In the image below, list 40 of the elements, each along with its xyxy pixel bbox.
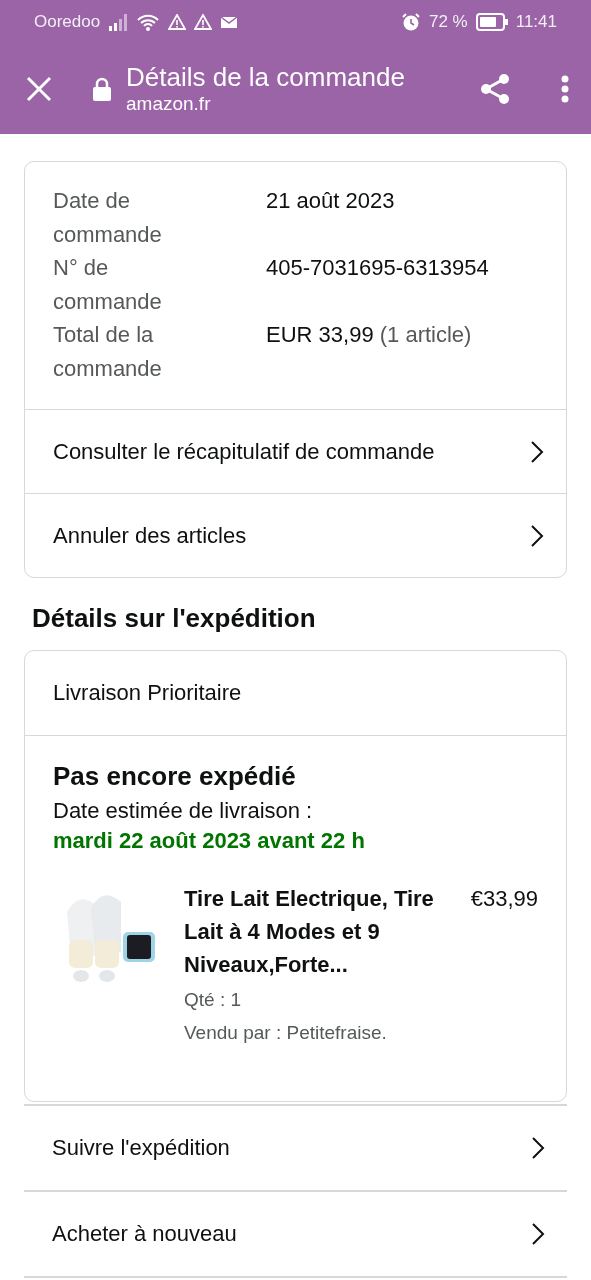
chevron-right-icon: [530, 523, 544, 548]
close-button[interactable]: [26, 76, 52, 102]
page-title: Détails de la commande: [126, 62, 406, 92]
battery-percent: 72 %: [428, 12, 468, 32]
field-value: 21 août 2023: [266, 188, 395, 213]
shipment-status: Pas encore expédié: [53, 760, 297, 792]
field-label: N° de commande: [53, 254, 163, 316]
battery-icon: [475, 13, 508, 31]
delivery-method: Livraison Prioritaire: [53, 680, 242, 706]
mail-icon: [220, 15, 239, 29]
order-link-row[interactable]: Consulter le récapitulatif de commande: [25, 409, 566, 493]
delivery-estimate-label: Date estimée de livraison :: [53, 797, 314, 825]
lock-icon: [92, 77, 112, 101]
chevron-right-icon: [531, 1136, 545, 1160]
field-label: Total de la commande: [53, 321, 163, 383]
action-row[interactable]: Acheter à nouveau: [24, 1190, 567, 1278]
clock-time: 11:41: [515, 12, 557, 32]
warning-icon: [168, 14, 187, 30]
item-count: (1 article): [379, 322, 472, 347]
product-title[interactable]: Tire Lait Electrique, Tire Lait à 4 Modes et 9 Niveaux,Forte...: [184, 882, 434, 981]
alarm-icon: [400, 12, 421, 32]
warning-icon: [194, 14, 213, 30]
quantity-text: Qté : 1: [184, 988, 243, 1012]
wifi-icon: [136, 13, 161, 31]
product-price: €33,99: [469, 885, 538, 913]
more-options-button[interactable]: [561, 75, 569, 103]
section-heading: Détails sur l'expédition: [32, 602, 317, 634]
order-link-row[interactable]: Annuler des articles: [25, 493, 566, 577]
chevron-right-icon: [531, 1222, 545, 1246]
delivery-date: mardi 22 août 2023 avant 22 h: [53, 827, 366, 855]
seller-text: Vendu par : Petitefraise.: [184, 1021, 388, 1045]
field-label: Date de commande: [53, 187, 163, 249]
carrier-name: Ooredoo: [34, 12, 101, 32]
chevron-right-icon: [530, 439, 544, 464]
page-url: amazon.fr: [126, 92, 212, 116]
share-button[interactable]: [479, 73, 511, 105]
action-row[interactable]: Suivre l'expédition: [24, 1104, 567, 1190]
signal-icon: [108, 13, 129, 31]
field-value: EUR 33,99: [266, 322, 374, 347]
field-value: 405-7031695-6313954: [266, 255, 489, 280]
